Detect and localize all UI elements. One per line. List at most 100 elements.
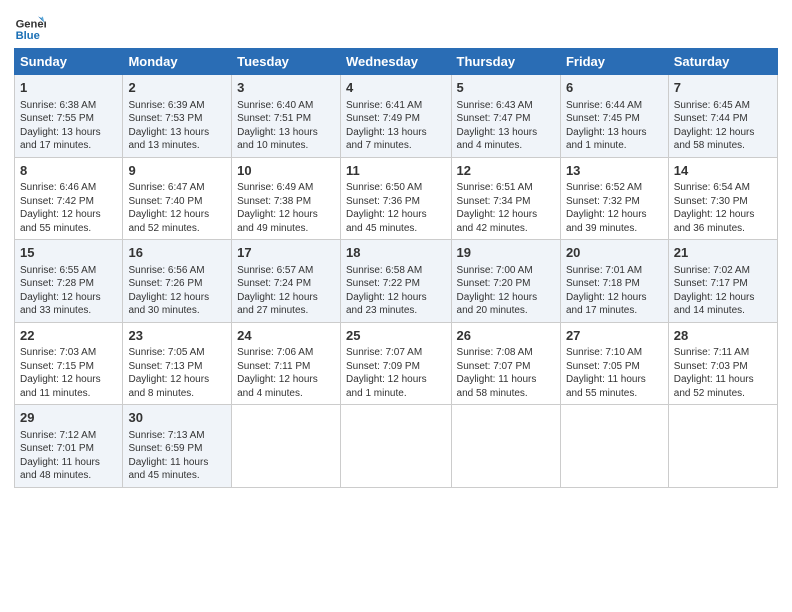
day-info-line: and 14 minutes. (674, 304, 772, 318)
calendar-cell: 18Sunrise: 6:58 AMSunset: 7:22 PMDayligh… (341, 240, 452, 323)
calendar-cell: 5Sunrise: 6:43 AMSunset: 7:47 PMDaylight… (451, 75, 560, 158)
calendar-cell: 28Sunrise: 7:11 AMSunset: 7:03 PMDayligh… (668, 322, 777, 405)
day-info-line: Sunrise: 7:00 AM (457, 264, 555, 278)
day-info-line: and 55 minutes. (566, 387, 663, 401)
day-info-line: and 1 minute. (566, 139, 663, 153)
day-info-line: Daylight: 12 hours (346, 208, 446, 222)
day-number: 12 (457, 162, 555, 180)
day-info-line: Sunrise: 6:54 AM (674, 181, 772, 195)
day-info-line: Sunrise: 7:06 AM (237, 346, 335, 360)
day-info-line: and 13 minutes. (128, 139, 226, 153)
header: General Blue (14, 10, 778, 42)
day-number: 7 (674, 79, 772, 97)
calendar-cell: 25Sunrise: 7:07 AMSunset: 7:09 PMDayligh… (341, 322, 452, 405)
day-number: 28 (674, 327, 772, 345)
calendar-cell: 14Sunrise: 6:54 AMSunset: 7:30 PMDayligh… (668, 157, 777, 240)
calendar-cell (560, 405, 668, 488)
day-info-line: Daylight: 12 hours (566, 208, 663, 222)
day-number: 8 (20, 162, 117, 180)
calendar-cell: 19Sunrise: 7:00 AMSunset: 7:20 PMDayligh… (451, 240, 560, 323)
day-info-line: Daylight: 11 hours (128, 456, 226, 470)
calendar-cell: 27Sunrise: 7:10 AMSunset: 7:05 PMDayligh… (560, 322, 668, 405)
day-info-line: Daylight: 12 hours (674, 291, 772, 305)
day-info-line: Sunrise: 7:13 AM (128, 429, 226, 443)
day-number: 20 (566, 244, 663, 262)
day-number: 10 (237, 162, 335, 180)
day-info-line: Sunrise: 7:05 AM (128, 346, 226, 360)
day-info-line: Sunset: 7:18 PM (566, 277, 663, 291)
day-info-line: and 17 minutes. (566, 304, 663, 318)
day-info-line: Sunset: 7:15 PM (20, 360, 117, 374)
day-info-line: Sunset: 7:11 PM (237, 360, 335, 374)
day-info-line: and 30 minutes. (128, 304, 226, 318)
day-info-line: Daylight: 11 hours (566, 373, 663, 387)
calendar-cell: 16Sunrise: 6:56 AMSunset: 7:26 PMDayligh… (123, 240, 232, 323)
day-info-line: and 33 minutes. (20, 304, 117, 318)
day-info-line: Daylight: 12 hours (128, 291, 226, 305)
calendar-cell: 22Sunrise: 7:03 AMSunset: 7:15 PMDayligh… (15, 322, 123, 405)
day-info-line: Sunrise: 6:55 AM (20, 264, 117, 278)
day-info-line: and 48 minutes. (20, 469, 117, 483)
calendar-cell: 8Sunrise: 6:46 AMSunset: 7:42 PMDaylight… (15, 157, 123, 240)
day-info-line: and 4 minutes. (237, 387, 335, 401)
day-info-line: Sunrise: 6:40 AM (237, 99, 335, 113)
logo: General Blue (14, 10, 50, 42)
column-header-saturday: Saturday (668, 49, 777, 75)
day-info-line: Sunrise: 6:56 AM (128, 264, 226, 278)
svg-text:Blue: Blue (16, 30, 40, 42)
logo-icon: General Blue (14, 10, 46, 42)
day-number: 14 (674, 162, 772, 180)
day-number: 1 (20, 79, 117, 97)
day-info-line: Sunset: 7:44 PM (674, 112, 772, 126)
day-info-line: Daylight: 13 hours (566, 126, 663, 140)
day-info-line: Sunset: 7:49 PM (346, 112, 446, 126)
calendar-cell: 12Sunrise: 6:51 AMSunset: 7:34 PMDayligh… (451, 157, 560, 240)
week-row-1: 1Sunrise: 6:38 AMSunset: 7:55 PMDaylight… (15, 75, 778, 158)
day-number: 30 (128, 409, 226, 427)
day-number: 15 (20, 244, 117, 262)
column-header-tuesday: Tuesday (232, 49, 341, 75)
day-info-line: Daylight: 12 hours (128, 373, 226, 387)
day-info-line: Sunset: 7:22 PM (346, 277, 446, 291)
day-info-line: Daylight: 13 hours (20, 126, 117, 140)
column-header-wednesday: Wednesday (341, 49, 452, 75)
day-info-line: Sunrise: 6:57 AM (237, 264, 335, 278)
day-info-line: and 52 minutes. (674, 387, 772, 401)
day-info-line: and 7 minutes. (346, 139, 446, 153)
day-number: 22 (20, 327, 117, 345)
calendar-cell: 3Sunrise: 6:40 AMSunset: 7:51 PMDaylight… (232, 75, 341, 158)
day-info-line: Daylight: 12 hours (346, 373, 446, 387)
day-info-line: and 42 minutes. (457, 222, 555, 236)
day-info-line: Daylight: 12 hours (237, 208, 335, 222)
calendar-cell: 10Sunrise: 6:49 AMSunset: 7:38 PMDayligh… (232, 157, 341, 240)
day-info-line: Sunset: 7:36 PM (346, 195, 446, 209)
day-info-line: Sunset: 7:20 PM (457, 277, 555, 291)
calendar-cell: 26Sunrise: 7:08 AMSunset: 7:07 PMDayligh… (451, 322, 560, 405)
column-header-monday: Monday (123, 49, 232, 75)
calendar-cell: 1Sunrise: 6:38 AMSunset: 7:55 PMDaylight… (15, 75, 123, 158)
calendar-cell: 15Sunrise: 6:55 AMSunset: 7:28 PMDayligh… (15, 240, 123, 323)
day-info-line: and 45 minutes. (128, 469, 226, 483)
day-info-line: Daylight: 12 hours (346, 291, 446, 305)
day-info-line: Daylight: 12 hours (237, 291, 335, 305)
day-info-line: and 1 minute. (346, 387, 446, 401)
day-info-line: Sunrise: 6:44 AM (566, 99, 663, 113)
day-number: 18 (346, 244, 446, 262)
day-info-line: Sunset: 7:17 PM (674, 277, 772, 291)
day-info-line: Sunset: 7:07 PM (457, 360, 555, 374)
day-info-line: Daylight: 13 hours (237, 126, 335, 140)
week-row-4: 22Sunrise: 7:03 AMSunset: 7:15 PMDayligh… (15, 322, 778, 405)
calendar-cell: 24Sunrise: 7:06 AMSunset: 7:11 PMDayligh… (232, 322, 341, 405)
day-number: 25 (346, 327, 446, 345)
column-header-friday: Friday (560, 49, 668, 75)
week-row-5: 29Sunrise: 7:12 AMSunset: 7:01 PMDayligh… (15, 405, 778, 488)
day-info-line: and 4 minutes. (457, 139, 555, 153)
day-info-line: and 23 minutes. (346, 304, 446, 318)
day-info-line: Sunset: 7:45 PM (566, 112, 663, 126)
day-number: 21 (674, 244, 772, 262)
day-info-line: Sunset: 7:47 PM (457, 112, 555, 126)
day-info-line: Daylight: 12 hours (457, 208, 555, 222)
day-info-line: Sunset: 7:51 PM (237, 112, 335, 126)
calendar-cell: 13Sunrise: 6:52 AMSunset: 7:32 PMDayligh… (560, 157, 668, 240)
day-info-line: Daylight: 12 hours (674, 126, 772, 140)
